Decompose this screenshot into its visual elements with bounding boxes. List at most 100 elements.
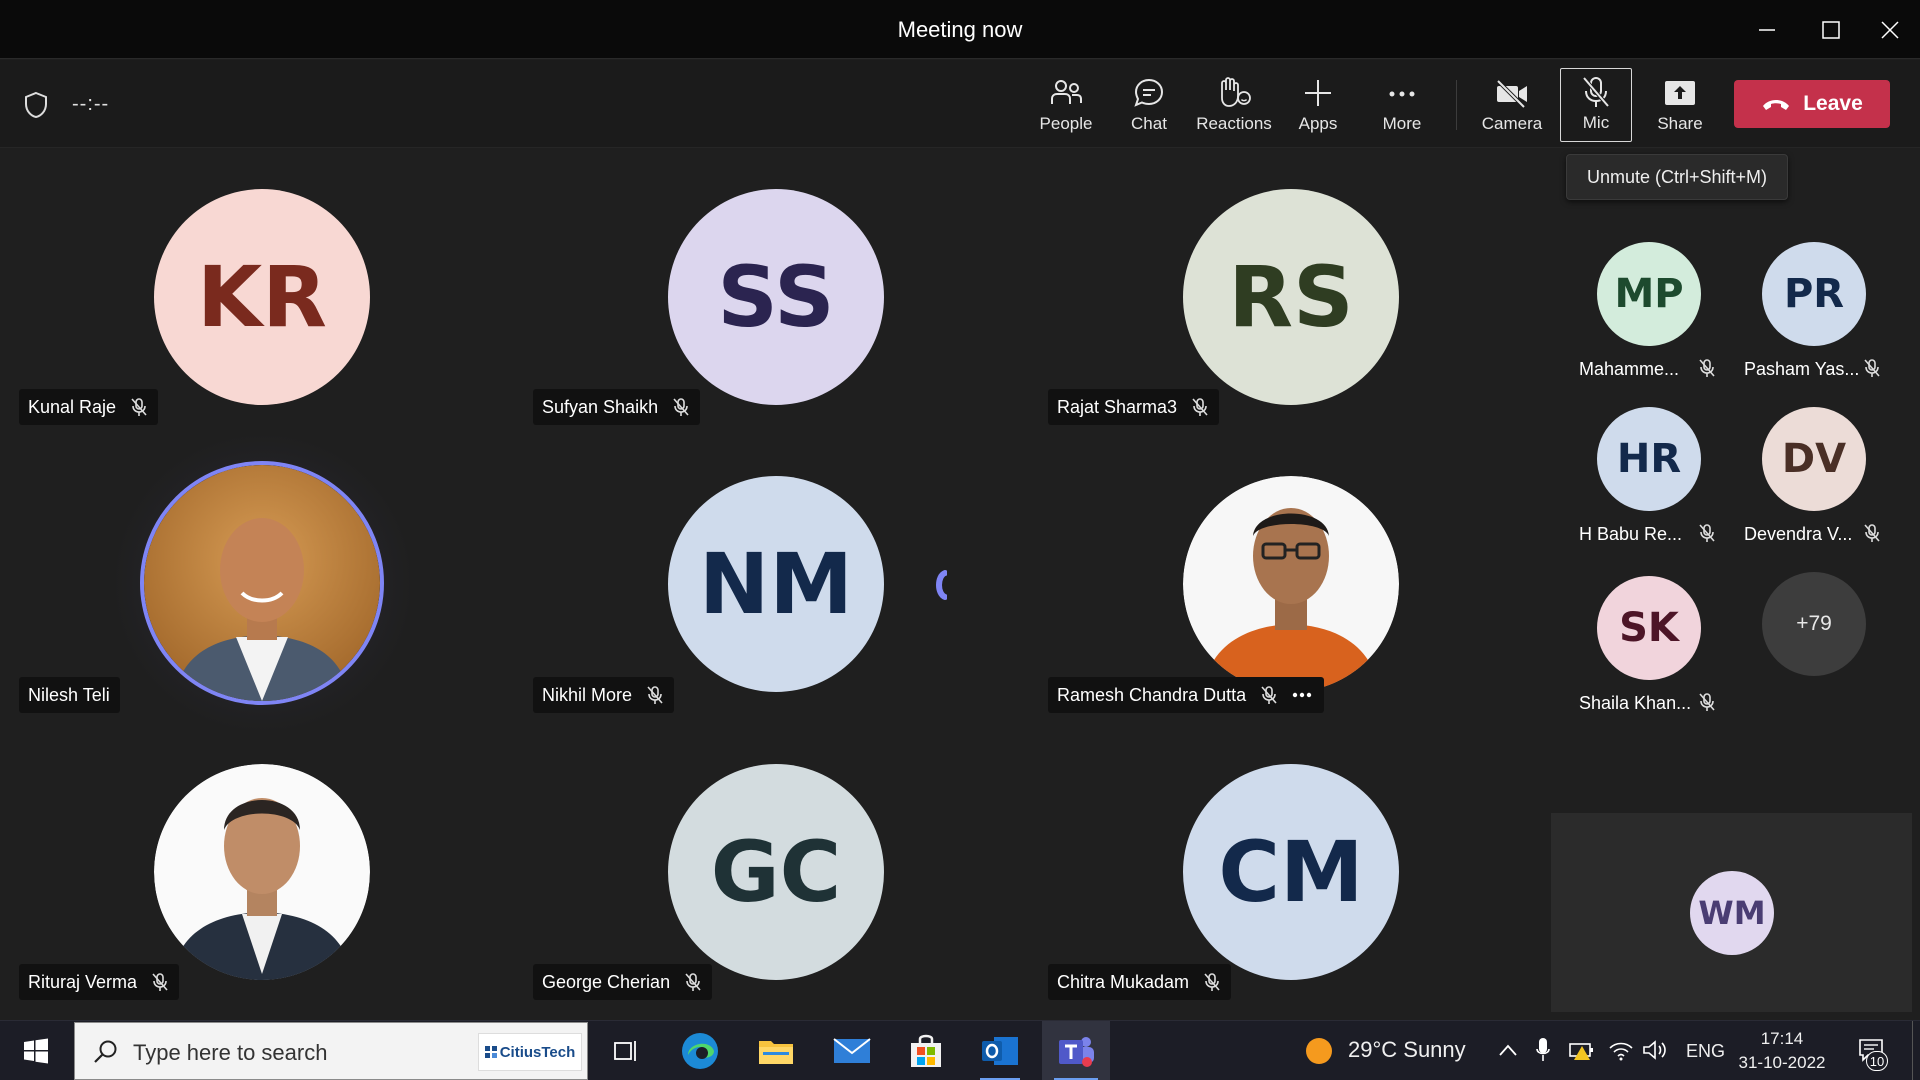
loading-indicator <box>936 570 947 600</box>
mail-button[interactable] <box>822 1021 882 1080</box>
apps-button[interactable]: Apps <box>1280 70 1356 140</box>
outlook-button[interactable] <box>970 1021 1030 1080</box>
share-button[interactable]: Share <box>1642 70 1718 140</box>
avatar: GC <box>668 764 884 980</box>
people-icon <box>1051 80 1082 104</box>
edge-browser-button[interactable] <box>672 1021 728 1080</box>
participant-nameplate: Nikhil More <box>533 677 675 713</box>
participant-nameplate: Rituraj Verma <box>19 964 180 1000</box>
meeting-timer: --:-- <box>72 93 110 115</box>
search-brand-badge: CitiusTech <box>478 1033 582 1071</box>
more-options-icon[interactable] <box>1292 692 1312 698</box>
edge-icon <box>682 1033 718 1069</box>
search-placeholder: Type here to search <box>133 1040 328 1065</box>
task-view-button[interactable] <box>604 1021 648 1080</box>
mic-off-icon <box>1864 359 1880 377</box>
participant-photo-ramesh <box>1183 476 1399 692</box>
minimize-button[interactable] <box>1739 0 1795 59</box>
mic-off-icon <box>1261 686 1277 704</box>
mic-off-icon <box>152 973 168 991</box>
windows-logo-icon <box>24 1038 48 1064</box>
participant-name: Shaila Khan... <box>1579 693 1692 713</box>
teams-button[interactable] <box>1042 1021 1110 1080</box>
sun-icon <box>1306 1038 1332 1064</box>
reactions-icon <box>1221 77 1251 107</box>
leave-button[interactable]: Leave <box>1734 80 1890 128</box>
brand-logo-icon <box>484 1046 497 1058</box>
participant-photo-rituraj <box>154 764 370 980</box>
search-icon <box>94 1040 117 1063</box>
participant-nameplate: Chitra Mukadam <box>1048 964 1232 1000</box>
maximize-icon <box>1822 20 1840 39</box>
participant-name: Devendra V... <box>1744 524 1853 544</box>
self-view: WM <box>1551 813 1912 1012</box>
avatar: SS <box>668 189 884 405</box>
taskbar-search-box[interactable]: Type here to search CitiusTech <box>74 1022 588 1080</box>
chevron-up-icon[interactable] <box>1498 1043 1518 1057</box>
avatar: PR <box>1762 242 1866 346</box>
participant-nameplate: Ramesh Chandra Dutta <box>1048 677 1325 713</box>
participant-nameplate: Kunal Raje <box>19 389 159 425</box>
start-button[interactable] <box>14 1021 58 1080</box>
teams-icon <box>1059 1037 1094 1067</box>
participant-name: H Babu Re... <box>1579 524 1683 544</box>
notification-count-badge: 10 <box>1866 1051 1888 1071</box>
windows-taskbar: Type here to search CitiusTech 29°C Sunn… <box>0 1020 1920 1080</box>
more-button[interactable]: More <box>1364 70 1440 140</box>
mic-off-icon <box>1699 359 1715 377</box>
store-icon <box>911 1034 941 1067</box>
person-photo <box>1183 476 1399 692</box>
participant-nameplate: George Cherian <box>533 964 713 1000</box>
store-button[interactable] <box>896 1021 956 1080</box>
close-button[interactable] <box>1862 0 1918 59</box>
mic-off-icon <box>1699 693 1715 711</box>
avatar: DV <box>1762 407 1866 511</box>
reactions-button[interactable]: Reactions <box>1196 70 1272 140</box>
participant-photo-nilesh <box>140 461 384 705</box>
avatar: NM <box>668 476 884 692</box>
outlook-icon <box>982 1037 1018 1065</box>
people-button[interactable]: People <box>1028 70 1104 140</box>
title-bar: Meeting now <box>0 0 1920 59</box>
avatar: KR <box>154 189 370 405</box>
taskbar-clock[interactable]: 17:14 31-10-2022 <box>1734 1027 1830 1075</box>
phone-hangup-icon <box>1763 100 1790 110</box>
mic-off-icon <box>685 973 701 991</box>
participant-name: Mahamme... <box>1579 359 1680 379</box>
mic-off-icon <box>1192 398 1208 416</box>
shield-icon <box>25 91 47 119</box>
camera-button[interactable]: Camera <box>1474 70 1550 140</box>
wifi-icon[interactable] <box>1608 1039 1634 1061</box>
camera-off-icon <box>1496 79 1527 109</box>
language-indicator[interactable]: ENG <box>1686 1041 1725 1062</box>
maximize-button[interactable] <box>1803 0 1859 59</box>
more-icon <box>1389 91 1415 97</box>
volume-icon[interactable] <box>1642 1039 1668 1061</box>
show-desktop-edge[interactable] <box>1912 1021 1913 1080</box>
more-participants-button[interactable]: +79 <box>1762 572 1866 676</box>
mic-off-icon <box>673 398 689 416</box>
mic-off-icon <box>1582 76 1610 108</box>
window-title: Meeting now <box>897 17 1023 42</box>
participant-nameplate: Rajat Sharma3 <box>1048 389 1220 425</box>
avatar: HR <box>1597 407 1701 511</box>
folder-icon <box>759 1041 793 1064</box>
avatar: RS <box>1183 189 1399 405</box>
participant-name: Pasham Yas... <box>1744 359 1860 379</box>
participant-nameplate: Nilesh Teli <box>19 677 120 713</box>
participant-nameplate: Sufyan Shaikh <box>533 389 701 425</box>
battery-warning-icon[interactable] <box>1568 1038 1596 1062</box>
microphone-icon[interactable] <box>1536 1037 1550 1063</box>
self-avatar: WM <box>1690 871 1774 955</box>
mic-button[interactable]: Mic <box>1560 68 1632 142</box>
mic-off-icon <box>1699 524 1715 542</box>
mail-icon <box>833 1038 871 1063</box>
meeting-toolbar: --:-- People Chat Reactions Apps More Ca… <box>0 60 1920 148</box>
mic-off-icon <box>1864 524 1880 542</box>
mic-off-icon <box>1204 973 1220 991</box>
close-icon <box>1881 20 1899 39</box>
avatar: CM <box>1183 764 1399 980</box>
file-explorer-button[interactable] <box>746 1021 806 1080</box>
chat-button[interactable]: Chat <box>1111 70 1187 140</box>
weather-status[interactable]: 29°C Sunny <box>1348 1037 1466 1063</box>
